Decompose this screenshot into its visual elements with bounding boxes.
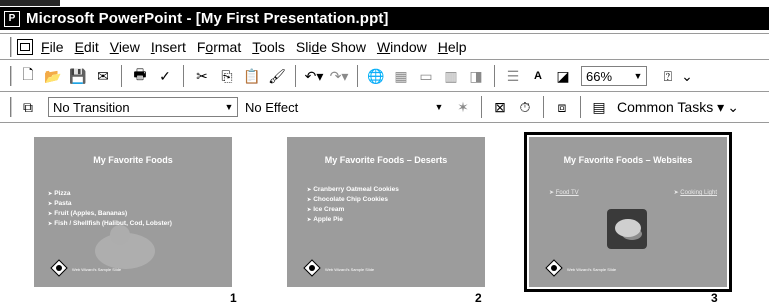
hyperlink-icon[interactable]: 🌐 [365, 65, 387, 87]
bullet-list: Pizza Pasta Fruit (Apples, Bananas) Fish… [48, 189, 172, 229]
open-icon[interactable]: 📂 [42, 65, 64, 87]
bullet-item: Pizza [48, 189, 172, 199]
menu-help[interactable]: Help [438, 39, 467, 55]
separator [183, 65, 187, 87]
standard-toolbar: 🗋 📂 💾 ✉ 🖶 ✓ ✂ ⎘ 📋 🖌 ↶▾ ↷▾ 🌐 ▦ ▭ ▥ ◨ ☰ A … [0, 61, 769, 92]
chevron-down-icon[interactable]: ▼ [631, 68, 645, 84]
email-icon[interactable]: ✉ [92, 65, 114, 87]
bullet-list: Cranberry Oatmeal Cookies Chocolate Chip… [307, 185, 399, 225]
logo-icon [303, 259, 321, 277]
menu-edit[interactable]: Edit [75, 39, 99, 55]
toolbar-grip[interactable] [6, 97, 11, 117]
transition-value: No Transition [53, 99, 130, 115]
undo-icon[interactable]: ↶▾ [303, 65, 325, 87]
expand-all-icon[interactable]: ☰ [502, 65, 524, 87]
copy-icon[interactable]: ⎘ [216, 65, 238, 87]
new-icon[interactable]: 🗋 [17, 65, 39, 87]
menu-tools[interactable]: Tools [252, 39, 285, 55]
separator [494, 65, 498, 87]
insert-chart-icon[interactable]: ▥ [440, 65, 462, 87]
rehearse-timings-icon[interactable]: ⏱ [514, 96, 536, 118]
toolbar-options-icon[interactable]: ⌄ [727, 96, 739, 118]
bullet-item: Pasta [48, 199, 172, 209]
slide-number: 3 [711, 291, 718, 305]
window-title: Microsoft PowerPoint - [My First Present… [26, 10, 389, 27]
slide-footer: Web Wizard's Sample Slide [325, 267, 375, 272]
top-edge [0, 0, 769, 6]
slide-thumbnail-3[interactable]: My Favorite Foods – Websites Food TV Coo… [524, 132, 732, 292]
slide-thumbnail-1[interactable]: My Favorite Foods Pizza Pasta Fruit (App… [34, 137, 232, 287]
chevron-down-icon[interactable]: ▼ [432, 99, 446, 115]
separator [121, 65, 125, 87]
chevron-down-icon[interactable]: ▼ [222, 99, 236, 115]
grayscale-icon[interactable]: ◪ [552, 65, 574, 87]
bullet-item: Apple Pie [307, 215, 399, 225]
print-icon[interactable]: 🖶 [129, 65, 151, 87]
paste-icon[interactable]: 📋 [241, 65, 263, 87]
slide-footer: Web Wizard's Sample Slide [567, 267, 617, 272]
slide-thumbnail-2[interactable]: My Favorite Foods – Deserts Cranberry Oa… [287, 137, 485, 287]
slide-title: My Favorite Foods – Websites [563, 155, 693, 165]
help-icon[interactable]: ⍰ [657, 65, 679, 87]
powerpoint-icon[interactable]: P [4, 10, 20, 27]
menu-view[interactable]: View [110, 39, 140, 55]
menu-file[interactable]: File [41, 39, 64, 55]
slide-title: My Favorite Foods [93, 155, 173, 165]
menu-window[interactable]: Window [377, 39, 427, 55]
link-list: Food TV Cooking Light [549, 189, 717, 196]
zoom-value: 66% [586, 68, 613, 84]
bullet-item: Chocolate Chip Cookies [307, 195, 399, 205]
save-icon[interactable]: 💾 [67, 65, 89, 87]
bullet-item: Fruit (Apples, Bananas) [48, 209, 172, 219]
slide-sorter-toolbar: ⧉ No Transition ▼ No Effect ▼ ✶ ⊠ ⏱ ⧈ ▤ … [0, 92, 769, 123]
redo-icon[interactable]: ↷▾ [328, 65, 350, 87]
logo-icon [545, 259, 563, 277]
separator [543, 96, 547, 118]
separator [357, 65, 361, 87]
link-text[interactable]: Cooking Light [680, 190, 717, 196]
toolbar-grip[interactable] [6, 66, 11, 86]
menubar-grip[interactable] [6, 36, 11, 57]
bullet-item: Fish / Shellfish (Halibut, Cod, Lobster) [48, 219, 172, 229]
effect-select[interactable]: No Effect ▼ [240, 97, 448, 117]
animation-preview-icon[interactable]: ✶ [452, 96, 474, 118]
link-item[interactable]: Cooking Light [674, 189, 717, 196]
spelling-icon[interactable]: ✓ [154, 65, 176, 87]
effect-value: No Effect [245, 99, 299, 115]
menu-bar: File Edit View Insert Format Tools Slide… [0, 33, 769, 60]
slide-title: My Favorite Foods – Deserts [324, 155, 448, 165]
transition-select[interactable]: No Transition ▼ [48, 97, 238, 117]
tables-borders-icon[interactable]: ▦ [390, 65, 412, 87]
link-item[interactable]: Food TV [549, 189, 579, 196]
slide-number: 2 [475, 291, 482, 305]
format-painter-icon[interactable]: 🖌 [266, 65, 288, 87]
show-formatting-icon[interactable]: A [527, 65, 549, 87]
separator [580, 96, 584, 118]
document-icon[interactable] [17, 38, 33, 55]
bullet-item: Ice Cream [307, 205, 399, 215]
insert-table-icon[interactable]: ▭ [415, 65, 437, 87]
cut-icon[interactable]: ✂ [191, 65, 213, 87]
slide-footer: Web Wizard's Sample Slide [72, 267, 122, 272]
hide-slide-icon[interactable]: ⊠ [489, 96, 511, 118]
common-tasks-label: Common Tasks [617, 98, 714, 115]
new-slide-icon[interactable]: ◨ [465, 65, 487, 87]
speaker-notes-icon[interactable]: ▤ [588, 96, 610, 118]
menu-slide-show[interactable]: Slide Show [296, 39, 366, 55]
menu-format[interactable]: Format [197, 39, 241, 55]
separator [295, 65, 299, 87]
title-bar: P Microsoft PowerPoint - [My First Prese… [0, 7, 769, 30]
slide-transition-icon[interactable]: ⧉ [17, 96, 39, 118]
bullet-item: Cranberry Oatmeal Cookies [307, 185, 399, 195]
separator [481, 96, 485, 118]
food-photo [607, 209, 647, 249]
summary-slide-icon[interactable]: ⧈ [551, 96, 573, 118]
common-tasks-button[interactable]: Common Tasks ▾ [617, 99, 724, 116]
logo-icon [50, 259, 68, 277]
link-text[interactable]: Food TV [556, 190, 579, 196]
slide-number: 1 [230, 291, 237, 305]
toolbar-options-icon[interactable]: ⌄ [681, 65, 693, 87]
menu-insert[interactable]: Insert [151, 39, 186, 55]
zoom-select[interactable]: 66% ▼ [581, 66, 647, 86]
